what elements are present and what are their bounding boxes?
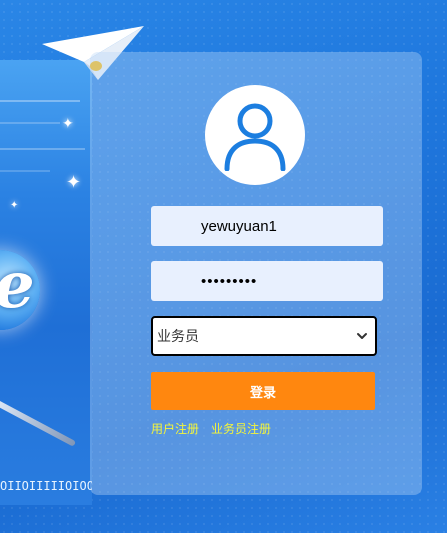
role-select[interactable]: 业务员: [151, 316, 377, 356]
chevron-down-icon: [357, 333, 367, 339]
avatar: [205, 85, 305, 185]
light-streak: [0, 122, 60, 124]
login-button[interactable]: 登录: [151, 372, 375, 410]
user-avatar-icon: [224, 103, 286, 171]
light-streak: [0, 100, 80, 102]
light-streak: [0, 170, 50, 172]
staff-register-link[interactable]: 业务员注册: [211, 420, 271, 437]
user-register-link[interactable]: 用户注册: [151, 420, 199, 437]
password-input[interactable]: [151, 261, 383, 301]
light-streak: [0, 148, 85, 150]
browser-e-icon: e: [0, 248, 35, 323]
binary-code-text: OIIOIIIIIOIOOO: [0, 479, 92, 493]
sparkle-icon: ✦: [10, 200, 19, 211]
pen-icon: [0, 399, 77, 447]
sparkle-icon: ✦: [62, 116, 74, 132]
username-input[interactable]: [151, 206, 383, 246]
role-select-value: 业务员: [157, 329, 199, 345]
decorative-banner: ✦ ✦ ✦ e: [0, 60, 92, 505]
sparkle-icon: ✦: [66, 172, 82, 193]
